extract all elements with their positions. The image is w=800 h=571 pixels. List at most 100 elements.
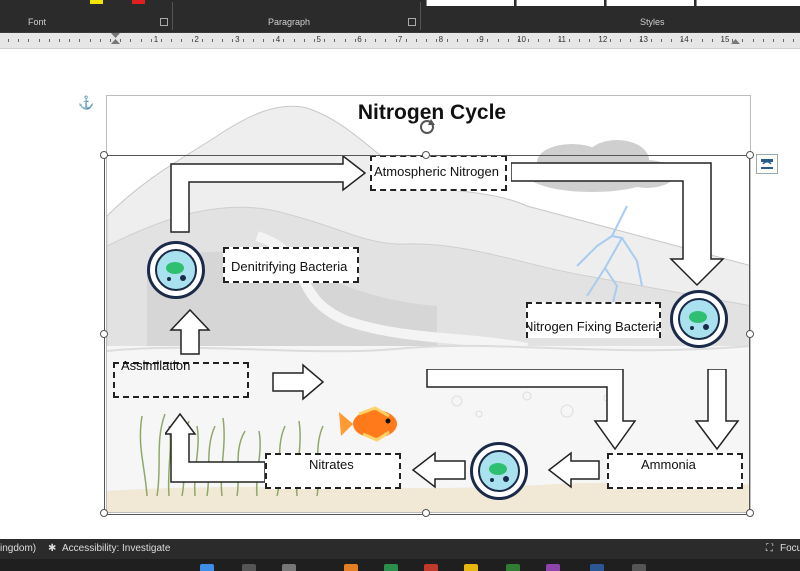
ruler-tick — [436, 39, 437, 42]
font-group-label: Font — [28, 17, 47, 27]
word-app-icon[interactable] — [590, 564, 604, 571]
resize-handle[interactable] — [746, 151, 754, 159]
language-status[interactable]: ingdom) — [0, 543, 36, 554]
ruler-tick — [18, 39, 19, 42]
left-indent-marker[interactable] — [111, 39, 120, 49]
ruler-tick — [538, 39, 539, 42]
ruler-tick — [508, 39, 509, 42]
selection-frame — [104, 155, 750, 515]
ruler-tick — [345, 39, 346, 42]
ruler-tick — [549, 39, 550, 42]
ruler-number: 3 — [235, 35, 240, 44]
ruler-tick — [416, 39, 417, 42]
style-gallery-item[interactable] — [516, 0, 604, 6]
paragraph-dialog-launcher-icon[interactable] — [408, 18, 416, 26]
paragraph-group-label: Paragraph — [268, 17, 311, 27]
start-icon[interactable] — [200, 564, 214, 571]
ruler-tick — [314, 39, 315, 42]
style-gallery-item[interactable] — [696, 0, 800, 6]
ruler-tick — [447, 39, 448, 42]
ruler-tick — [253, 39, 254, 42]
ruler-number: 7 — [397, 35, 403, 44]
ruler-tick — [640, 39, 641, 42]
app-icon[interactable] — [464, 564, 478, 571]
resize-handle[interactable] — [100, 151, 108, 159]
anchor-icon[interactable]: ⚓ — [78, 95, 94, 111]
ruler-tick — [610, 39, 611, 42]
ruler-tick — [59, 39, 60, 42]
layout-options-button[interactable] — [756, 154, 778, 174]
app-icon[interactable] — [424, 564, 438, 571]
search-icon[interactable] — [242, 564, 256, 571]
ruler-tick — [273, 39, 274, 42]
ruler-tick — [487, 39, 488, 42]
ruler-tick — [793, 39, 794, 42]
ruler-tick — [457, 39, 458, 42]
app-icon[interactable] — [546, 564, 560, 571]
ruler-tick — [283, 39, 284, 42]
ruler-tick — [192, 39, 193, 42]
ruler-tick — [518, 39, 519, 42]
resize-handle[interactable] — [100, 330, 108, 338]
document-canvas[interactable]: ⚓ Nitrogen Cycle Atmospheric Nitrogen De… — [0, 50, 800, 539]
rotate-handle-icon[interactable] — [417, 117, 437, 137]
ruler-number: 9 — [479, 35, 484, 44]
focus-icon[interactable]: ⛶ — [766, 543, 773, 554]
ruler-tick — [651, 39, 652, 42]
ruler-tick — [773, 39, 774, 42]
resize-handle[interactable] — [746, 330, 754, 338]
ruler-tick — [661, 39, 662, 42]
ruler-tick — [691, 39, 692, 42]
ruler-tick — [232, 39, 233, 42]
app-icon[interactable] — [632, 564, 646, 571]
right-indent-marker[interactable] — [731, 39, 740, 49]
ruler-tick — [385, 39, 386, 42]
ruler-tick — [620, 39, 621, 42]
accessibility-icon[interactable]: ✱ — [48, 543, 56, 554]
ruler-tick — [324, 39, 325, 42]
ruler-tick — [355, 39, 356, 42]
resize-handle[interactable] — [422, 151, 430, 159]
style-gallery-item[interactable] — [606, 0, 694, 6]
ruler-tick — [79, 39, 80, 42]
ruler-number: 4 — [275, 35, 281, 44]
ruler-tick — [263, 39, 264, 42]
ruler-tick — [151, 39, 152, 42]
focus-mode-button[interactable]: Focus — [780, 543, 800, 554]
app-icon[interactable] — [344, 564, 358, 571]
ribbon: Font Paragraph Styles — [0, 0, 800, 33]
resize-handle[interactable] — [422, 509, 430, 517]
app-icon[interactable] — [506, 564, 520, 571]
font-color-swatch[interactable] — [132, 0, 145, 4]
ruler-tick — [90, 39, 91, 42]
ruler-number: 6 — [357, 35, 362, 44]
ruler-tick — [600, 39, 601, 42]
ruler-tick — [120, 39, 121, 42]
ruler-tick — [712, 39, 713, 42]
task-view-icon[interactable] — [282, 564, 296, 571]
ruler-tick — [528, 39, 529, 42]
resize-handle[interactable] — [746, 509, 754, 517]
style-gallery-item[interactable] — [426, 0, 514, 6]
ruler-tick — [396, 39, 397, 42]
ruler-tick — [69, 39, 70, 42]
ruler-tick — [589, 39, 590, 42]
ruler-tick — [141, 39, 142, 42]
font-dialog-launcher-icon[interactable] — [160, 18, 168, 26]
accessibility-status[interactable]: Accessibility: Investigate — [62, 543, 170, 554]
ruler-tick — [702, 39, 703, 42]
ruler-tick — [681, 39, 682, 42]
ruler-tick — [181, 39, 182, 42]
app-icon[interactable] — [384, 564, 398, 571]
ruler-tick — [375, 39, 376, 42]
highlight-color-swatch[interactable] — [90, 0, 103, 4]
horizontal-ruler[interactable]: 1 2 3 4 5 6 7 8 9 10 11 12 13 14 15 — [0, 33, 800, 49]
ruler-tick — [212, 39, 213, 42]
resize-handle[interactable] — [100, 509, 108, 517]
styles-group-label: Styles — [640, 17, 665, 27]
ruler-tick — [498, 39, 499, 42]
ruler-tick — [130, 39, 131, 42]
ruler-tick — [243, 39, 244, 42]
ruler-tick — [202, 39, 203, 42]
ruler-tick — [477, 39, 478, 42]
